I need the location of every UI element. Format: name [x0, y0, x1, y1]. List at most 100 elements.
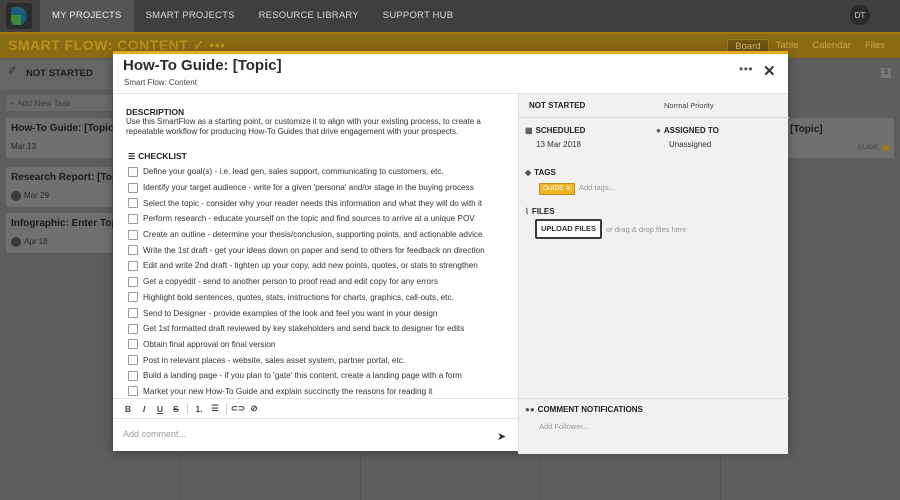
checklist-checkbox[interactable] [128, 182, 138, 193]
task-card[interactable]: How-To Guide: [Topic] Mar 13 [6, 118, 117, 158]
user-icon: ● [656, 126, 661, 135]
comment-box: ➤ [113, 418, 518, 454]
task-title[interactable]: How-To Guide: [Topic] [123, 57, 282, 74]
checklist-item: Define your goal(s) - i.e. lead gen, sal… [128, 164, 513, 180]
checklist-item: Build a landing page - if you plan to 'g… [128, 368, 513, 384]
card-avatar [11, 237, 21, 247]
card-title: How-To Guide: [Topic] [11, 123, 117, 134]
add-follower-input[interactable]: Add Follower... [539, 422, 589, 431]
checklist-item: Highlight bold sentences, quotes, stats,… [128, 290, 513, 306]
checklist-checkbox[interactable] [128, 166, 138, 177]
checklist-checkbox[interactable] [128, 292, 138, 303]
card-title: Infographic: Enter Topic [11, 218, 126, 229]
view-calendar[interactable]: Calendar [805, 39, 858, 54]
checklist-item: Post in relevant places - website, sales… [128, 352, 513, 368]
task-side-panel: NOT STARTED Normal Priority ▦ SCHEDULED 1… [518, 94, 789, 454]
priority-select[interactable]: Normal Priority [664, 101, 714, 110]
status-select[interactable]: NOT STARTED [529, 101, 585, 110]
checklist-item: Send to Designer - provide examples of t… [128, 305, 513, 321]
card-avatar [11, 191, 21, 201]
checklist-item: Perform research - educate yourself on t… [128, 211, 513, 227]
task-card[interactable]: Research Report: [Topic Mar 29 [6, 167, 126, 207]
checklist-item: Write the 1st draft - get your ideas dow… [128, 242, 513, 258]
file-drop-zone[interactable]: or drag & drop files here [606, 225, 686, 234]
bullet-list-icon[interactable]: ☰ [207, 403, 223, 414]
count-badge: 1 [881, 68, 891, 78]
description-text[interactable]: Use this SmartFlow as a starting point, … [126, 117, 506, 137]
pin-icon: ✐ [8, 66, 17, 77]
checklist-checkbox[interactable] [128, 229, 138, 240]
close-icon[interactable]: ✕ [763, 62, 776, 80]
user-avatar[interactable]: DT [850, 5, 870, 25]
scheduled-label: ▦ SCHEDULED [525, 126, 586, 135]
users-icon: ●● [525, 405, 535, 414]
upload-files-button[interactable]: UPLOAD FILES [535, 219, 603, 239]
card-title: Research Report: [Topic [11, 172, 127, 183]
status-dot [883, 145, 889, 151]
link-icon[interactable]: ⊂⊃ [230, 403, 246, 414]
checklist-checkbox[interactable] [128, 370, 138, 381]
checklist-checkbox[interactable] [128, 276, 138, 287]
bold-button[interactable]: B [120, 404, 136, 414]
underline-button[interactable]: U [152, 404, 168, 414]
task-card-right[interactable]: [Topic] GUIDE [786, 118, 894, 158]
column-divider [360, 455, 361, 500]
checklist: Define your goal(s) - i.e. lead gen, sal… [128, 164, 513, 399]
tag-icon: ◆ [525, 168, 532, 177]
nav-support-hub[interactable]: SUPPORT HUB [371, 0, 465, 32]
top-navigation: MY PROJECTS SMART PROJECTS RESOURCE LIBR… [0, 0, 900, 32]
checklist-checkbox[interactable] [128, 260, 138, 271]
card-date: Mar 29 [11, 191, 49, 201]
view-files[interactable]: Files [858, 39, 892, 54]
comment-input[interactable] [123, 429, 473, 439]
task-detail-modal: How-To Guide: [Topic] Smart Flow: Conten… [113, 51, 789, 454]
add-task-input[interactable]: + Add New Task [6, 95, 112, 111]
checklist-checkbox[interactable] [128, 198, 138, 209]
checklist-checkbox[interactable] [128, 245, 138, 256]
send-icon[interactable]: ➤ [497, 430, 506, 443]
task-flow-name[interactable]: Smart Flow: Content [124, 78, 197, 87]
paperclip-icon: ⌇ [525, 207, 529, 216]
assignee-select[interactable]: Unassigned [669, 140, 711, 149]
checklist-checkbox[interactable] [128, 386, 138, 397]
nav-resource-library[interactable]: RESOURCE LIBRARY [247, 0, 371, 32]
column-divider [720, 455, 721, 500]
remove-tag-icon[interactable]: ✕ [566, 185, 571, 192]
more-options-icon[interactable]: ••• [739, 62, 753, 76]
checklist-item: Market your new How-To Guide and explain… [128, 384, 513, 400]
column-title: NOT STARTED [26, 68, 93, 79]
strikethrough-button[interactable]: S [168, 404, 184, 414]
italic-button[interactable]: I [136, 404, 152, 414]
comment-notifications: ●● COMMENT NOTIFICATIONS Add Follower... [519, 398, 789, 454]
checklist-icon: ☰ [128, 152, 136, 161]
files-label: ⌇ FILES [525, 207, 555, 216]
tag-chip[interactable]: GUIDE ✕ [539, 183, 576, 195]
add-tags-input[interactable]: Add tags... [579, 183, 615, 192]
checklist-checkbox[interactable] [128, 323, 138, 334]
checklist-checkbox[interactable] [128, 355, 138, 366]
checklist-item: Edit and write 2nd draft - tighten up yo… [128, 258, 513, 274]
calendar-icon: ▦ [525, 126, 533, 135]
ordered-list-icon[interactable]: ⒈ [191, 403, 207, 415]
tags-label: ◆ TAGS [525, 168, 556, 177]
checklist-item: Get 1st formatted draft reviewed by key … [128, 321, 513, 337]
checklist-item: Obtain final approval on final version [128, 337, 513, 353]
checklist-checkbox[interactable] [128, 213, 138, 224]
column-divider [180, 455, 181, 500]
checklist-item: Identify your target audience - write fo… [128, 180, 513, 196]
checklist-heading: ☰ CHECKLIST [128, 151, 187, 161]
app-logo[interactable] [6, 3, 32, 29]
nav-my-projects[interactable]: MY PROJECTS [40, 0, 134, 32]
comment-notifications-label: ●● COMMENT NOTIFICATIONS [525, 405, 643, 414]
checklist-checkbox[interactable] [128, 308, 138, 319]
task-main-panel: DESCRIPTION Use this SmartFlow as a star… [113, 94, 518, 454]
unlink-icon[interactable]: ⊘ [246, 403, 262, 414]
scheduled-date[interactable]: 13 Mar 2018 [536, 140, 581, 149]
comment-format-toolbar: B I U S ⒈ ☰ ⊂⊃ ⊘ [113, 398, 518, 418]
toolbar-divider [226, 403, 227, 414]
column-divider [540, 455, 541, 500]
checklist-checkbox[interactable] [128, 339, 138, 350]
task-card[interactable]: Infographic: Enter Topic Apr 18 [6, 213, 126, 253]
card-title: [Topic] [790, 124, 823, 135]
nav-smart-projects[interactable]: SMART PROJECTS [134, 0, 247, 32]
